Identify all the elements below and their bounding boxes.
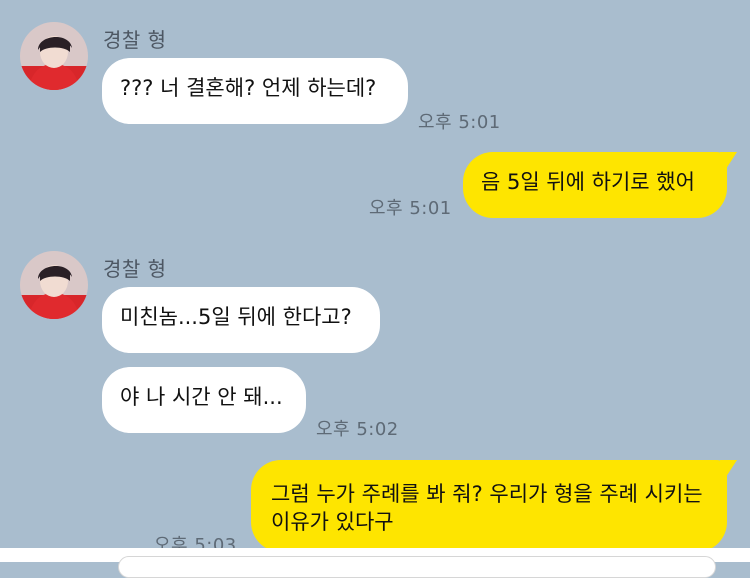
bubble-tail bbox=[720, 460, 737, 480]
incoming-message-bubble[interactable]: 미친놈...5일 뒤에 한다고? bbox=[102, 287, 380, 353]
avatar[interactable] bbox=[20, 251, 88, 319]
avatar[interactable] bbox=[20, 22, 88, 90]
incoming-message-bubble[interactable]: 야 나 시간 안 돼... bbox=[102, 367, 306, 433]
outgoing-message-bubble[interactable]: 음 5일 뒤에 하기로 했어 bbox=[463, 152, 727, 218]
message-timestamp: 오후 5:01 bbox=[369, 198, 452, 219]
outgoing-message-bubble[interactable]: 그럼 누가 주례를 봐 줘? 우리가 형을 주례 시키는 이유가 있다구 bbox=[251, 460, 727, 552]
message-timestamp: 오후 5:02 bbox=[316, 419, 399, 440]
sender-name: 경찰 형 bbox=[103, 28, 167, 52]
incoming-message-bubble[interactable]: ??? 너 결혼해? 언제 하는데? bbox=[102, 58, 408, 124]
sender-name: 경찰 형 bbox=[103, 257, 167, 281]
bubble-tail bbox=[720, 152, 737, 172]
message-input[interactable] bbox=[118, 556, 716, 578]
message-timestamp: 오후 5:01 bbox=[418, 112, 501, 133]
